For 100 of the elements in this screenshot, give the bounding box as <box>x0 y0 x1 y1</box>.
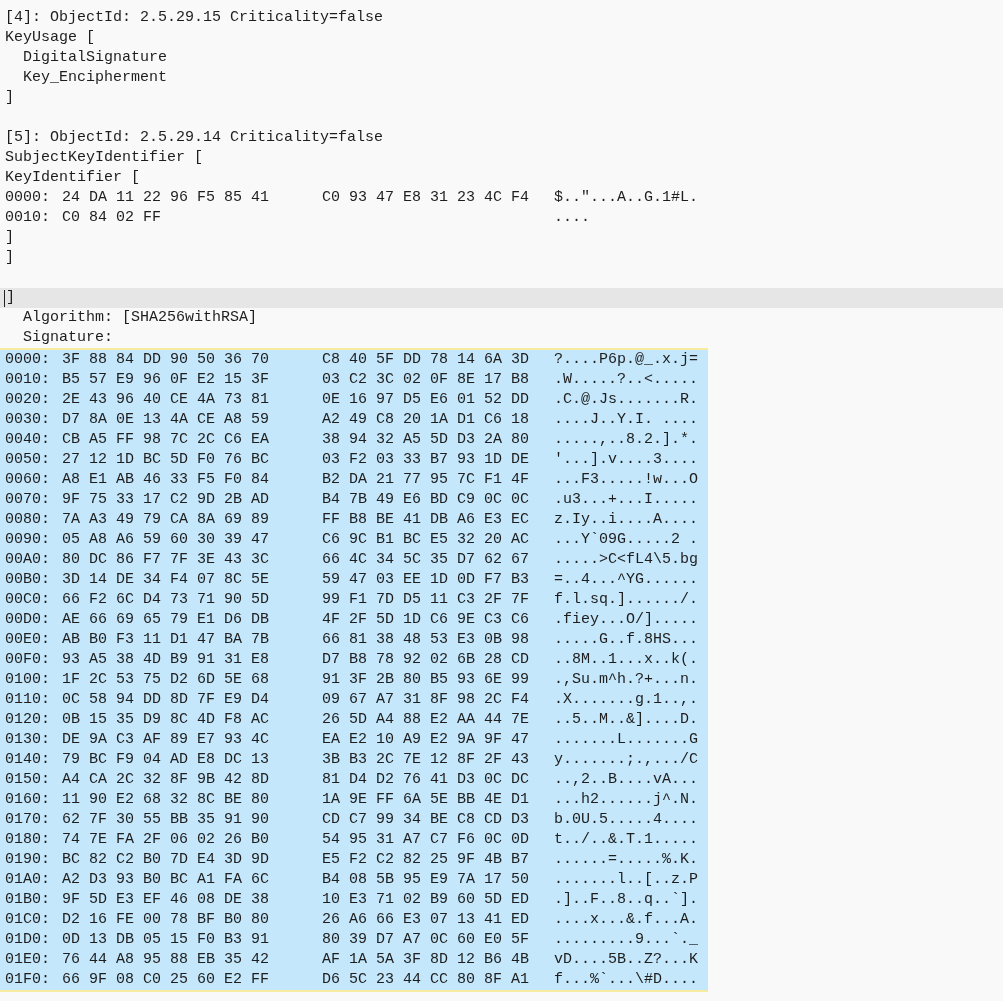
line-offset: 01C0: <box>5 910 51 930</box>
hex-bytes: 38 94 32 A5 5D D3 2A 80 <box>322 431 530 448</box>
hex-bytes: 0E 16 97 D5 E6 01 52 DD <box>322 391 530 408</box>
hex-bytes: 80 39 D7 A7 0C 60 E0 5F <box>322 931 530 948</box>
code-line: [4]: ObjectId: 2.5.29.15 Criticality=false <box>5 8 384 28</box>
hex-bytes: 9F 75 33 17 C2 9D 2B AD <box>62 491 270 508</box>
hex-bytes: 05 A8 A6 59 60 30 39 47 <box>62 531 270 548</box>
code-line: Key_Encipherment <box>22 68 168 88</box>
ascii-text: .......L.......G <box>554 730 699 750</box>
hex-bytes: 0D 13 DB 05 15 F0 B3 91 <box>62 931 270 948</box>
line-offset: 0040: <box>5 430 51 450</box>
hex-bytes: 0B 15 35 D9 8C 4D F8 AC <box>62 711 270 728</box>
line-offset: 0130: <box>5 730 51 750</box>
ascii-text: =..4...^YG...... <box>554 570 699 590</box>
line-offset: 0120: <box>5 710 51 730</box>
hex-bytes: B5 57 E9 96 0F E2 15 3F <box>62 371 270 388</box>
hex-bytes: 66 F2 6C D4 73 71 90 5D <box>62 591 270 608</box>
hex-bytes: 26 5D A4 88 E2 AA 44 7E <box>322 711 530 728</box>
line-offset: 0050: <box>5 450 51 470</box>
hex-bytes: CD C7 99 34 BE C8 CD D3 <box>322 811 530 828</box>
ascii-text: vD....5B..Z?...K <box>554 950 699 970</box>
ascii-text: .....,..8.2.].*. <box>554 430 699 450</box>
hex-bytes: 59 47 03 EE 1D 0D F7 B3 <box>322 571 530 588</box>
hex-bytes: 66 9F 08 C0 25 60 E2 FF <box>62 971 270 988</box>
ascii-text: ...h2......j^.N. <box>554 790 699 810</box>
line-offset: 0190: <box>5 850 51 870</box>
line-offset: 0020: <box>5 390 51 410</box>
line-offset: 00C0: <box>5 590 51 610</box>
ascii-text: ..8M..1...x..k(. <box>554 650 699 670</box>
hex-bytes: C0 84 02 FF <box>62 209 162 226</box>
ascii-text: ....x...&.f...A. <box>554 910 699 930</box>
line-offset: 0010: <box>5 370 51 390</box>
hex-bytes: AF 1A 5A 3F 8D 12 B6 4B <box>322 951 530 968</box>
line-offset: 00F0: <box>5 650 51 670</box>
ascii-text: .......l..[..z.P <box>554 870 699 890</box>
hex-bytes: FF B8 BE 41 DB A6 E3 EC <box>322 511 530 528</box>
code-line: [5]: ObjectId: 2.5.29.14 Criticality=false <box>5 128 384 148</box>
hex-bytes: 03 C2 3C 02 0F 8E 17 B8 <box>322 371 530 388</box>
hex-bytes: 03 F2 03 33 B7 93 1D DE <box>322 451 530 468</box>
hex-bytes: 1A 9E FF 6A 5E BB 4E D1 <box>322 791 530 808</box>
hex-bytes: B4 08 5B 95 E9 7A 17 50 <box>322 871 530 888</box>
hex-bytes: C0 93 47 E8 31 23 4C F4 <box>322 189 530 206</box>
line-offset: 01E0: <box>5 950 51 970</box>
ascii-text: .........9...`._ <box>554 930 699 950</box>
code-line: ] <box>5 228 14 248</box>
hex-bytes: B4 7B 49 E6 BD C9 0C 0C <box>322 491 530 508</box>
line-offset: 0000: <box>5 350 51 370</box>
hex-bytes: EA E2 10 A9 E2 9A 9F 47 <box>322 731 530 748</box>
code-line: KeyIdentifier [ <box>5 168 141 188</box>
line-offset: 01A0: <box>5 870 51 890</box>
hex-bytes: 3B B3 2C 7E 12 8F 2F 43 <box>322 751 530 768</box>
line-offset: 01B0: <box>5 890 51 910</box>
ascii-text: ...Y`09G.....2 . <box>554 530 699 550</box>
hex-bytes: C6 9C B1 BC E5 32 20 AC <box>322 531 530 548</box>
hex-bytes: D7 8A 0E 13 4A CE A8 59 <box>62 411 270 428</box>
ascii-text: .W.....?..<..... <box>554 370 699 390</box>
ascii-text: b.0U.5.....4.... <box>554 810 699 830</box>
ascii-text: '...].v....3.... <box>554 450 699 470</box>
ascii-text: t../..&.T.1..... <box>554 830 699 850</box>
hex-bytes: C8 40 5F DD 78 14 6A 3D <box>322 351 530 368</box>
hex-bytes: D2 16 FE 00 78 BF B0 80 <box>62 911 270 928</box>
code-line: ] <box>5 88 14 108</box>
hex-bytes: 80 DC 86 F7 7F 3E 43 3C <box>62 551 270 568</box>
line-offset: 0110: <box>5 690 51 710</box>
line-offset: 00E0: <box>5 630 51 650</box>
code-line: ] <box>6 288 15 308</box>
hex-bytes: 62 7F 30 55 BB 35 91 90 <box>62 811 270 828</box>
line-offset: 0030: <box>5 410 51 430</box>
ascii-text: f.l.sq.]....../. <box>554 590 699 610</box>
hex-bytes: BC 82 C2 B0 7D E4 3D 9D <box>62 851 270 868</box>
text-cursor <box>4 289 5 307</box>
hex-bytes: E5 F2 C2 82 25 9F 4B B7 <box>322 851 530 868</box>
ascii-text: ?....P6p.@_.x.j= <box>554 350 699 370</box>
ascii-text: ....J..Y.I. .... <box>554 410 699 430</box>
hex-bytes: 66 81 38 48 53 E3 0B 98 <box>322 631 530 648</box>
ascii-text: .fiey...O/]..... <box>554 610 699 630</box>
hex-bytes: 76 44 A8 95 88 EB 35 42 <box>62 951 270 968</box>
hex-bytes: D7 B8 78 92 02 6B 28 CD <box>322 651 530 668</box>
hex-bytes: 2E 43 96 40 CE 4A 73 81 <box>62 391 270 408</box>
ascii-text: $.."...A..G.1#L. <box>554 188 699 208</box>
hex-bytes: A4 CA 2C 32 8F 9B 42 8D <box>62 771 270 788</box>
hex-bytes: 27 12 1D BC 5D F0 76 BC <box>62 451 270 468</box>
code-line: Algorithm: [SHA256withRSA] <box>22 308 258 328</box>
line-offset: 0100: <box>5 670 51 690</box>
hex-bytes: AB B0 F3 11 D1 47 BA 7B <box>62 631 270 648</box>
hex-bytes: A2 49 C8 20 1A D1 C6 18 <box>322 411 530 428</box>
code-line: Signature: <box>22 328 114 348</box>
ascii-text: .X.......g.1..,. <box>554 690 699 710</box>
ascii-text: .,Su.m^h.?+...n. <box>554 670 699 690</box>
hex-bytes: 81 D4 D2 76 41 D3 0C DC <box>322 771 530 788</box>
line-offset: 0160: <box>5 790 51 810</box>
ascii-text: .... <box>554 208 590 228</box>
hex-bytes: 26 A6 66 E3 07 13 41 ED <box>322 911 530 928</box>
ascii-text: ...F3.....!w...O <box>554 470 699 490</box>
hex-bytes: D6 5C 23 44 CC 80 8F A1 <box>322 971 530 988</box>
text-editor[interactable] <box>0 0 1003 1001</box>
hex-bytes: 24 DA 11 22 96 F5 85 41 <box>62 189 270 206</box>
code-line: DigitalSignature <box>22 48 168 68</box>
line-offset: 0150: <box>5 770 51 790</box>
line-offset: 00A0: <box>5 550 51 570</box>
